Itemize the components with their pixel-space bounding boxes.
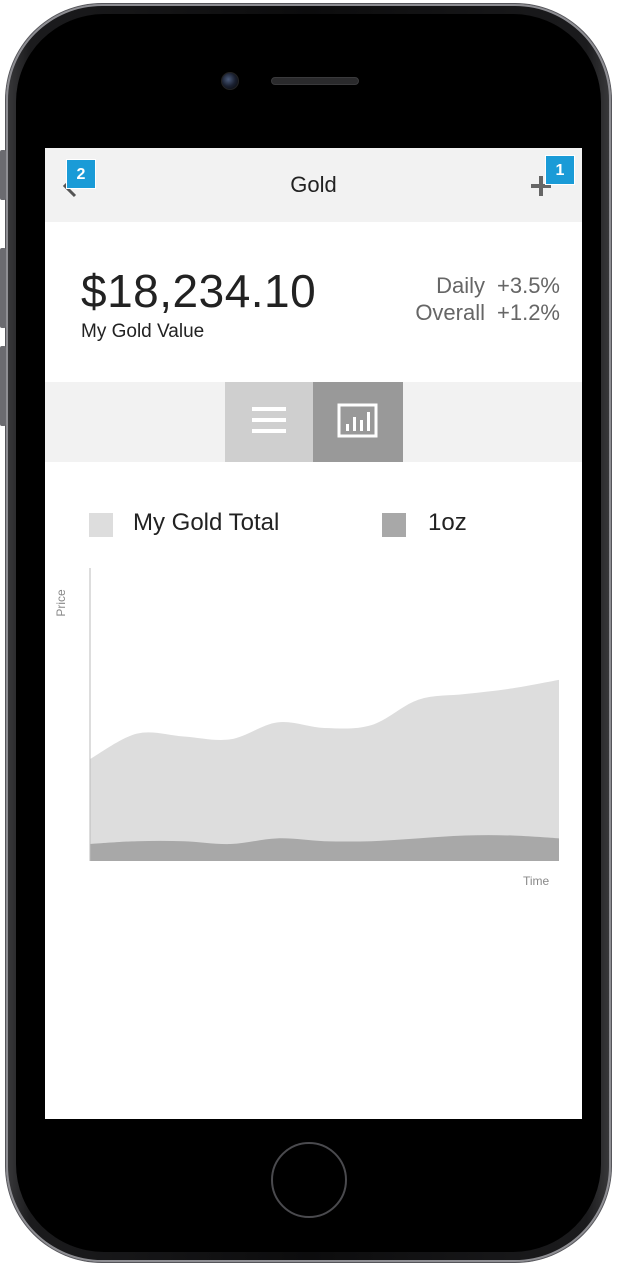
app-screen: Gold 2 1 $18,234.10 My Gold Value Daily +… — [45, 148, 582, 1119]
mute-switch — [0, 150, 6, 200]
legend-swatch-1oz — [382, 513, 406, 537]
area-series-my-gold-total — [90, 679, 559, 861]
annotation-badge-add: 1 — [545, 155, 575, 185]
page-title: Gold — [290, 172, 337, 197]
legend-swatch-my-gold-total — [89, 513, 113, 537]
view-toggle-bar — [45, 382, 582, 462]
earpiece-speaker — [271, 77, 359, 85]
bar-chart-icon — [337, 403, 378, 438]
list-view-toggle[interactable] — [225, 382, 315, 462]
stat-daily: Daily +3.5% — [415, 272, 560, 299]
front-camera — [221, 72, 239, 90]
legend-label-1oz: 1oz — [428, 509, 467, 536]
stat-value: +1.2% — [497, 300, 560, 325]
legend-label-my-gold-total: My Gold Total — [133, 509, 280, 536]
home-button[interactable] — [271, 1142, 347, 1218]
performance-stats: Daily +3.5% Overall +1.2% — [415, 272, 560, 326]
volume-up-button — [0, 248, 6, 328]
volume-down-button — [0, 346, 6, 426]
stat-label: Daily — [436, 273, 485, 298]
x-axis-label: Time — [523, 874, 550, 888]
chart-view-toggle[interactable] — [313, 382, 403, 462]
stat-value: +3.5% — [497, 273, 560, 298]
gold-value-label: My Gold Value — [81, 321, 205, 342]
stat-overall: Overall +1.2% — [415, 299, 560, 326]
price-area-chart — [89, 568, 559, 861]
stat-label: Overall — [415, 300, 485, 325]
list-icon — [252, 407, 286, 433]
annotation-badge-back: 2 — [66, 159, 96, 189]
nav-bar: Gold 2 1 — [45, 148, 582, 222]
gold-value-amount: $18,234.10 — [81, 265, 317, 317]
